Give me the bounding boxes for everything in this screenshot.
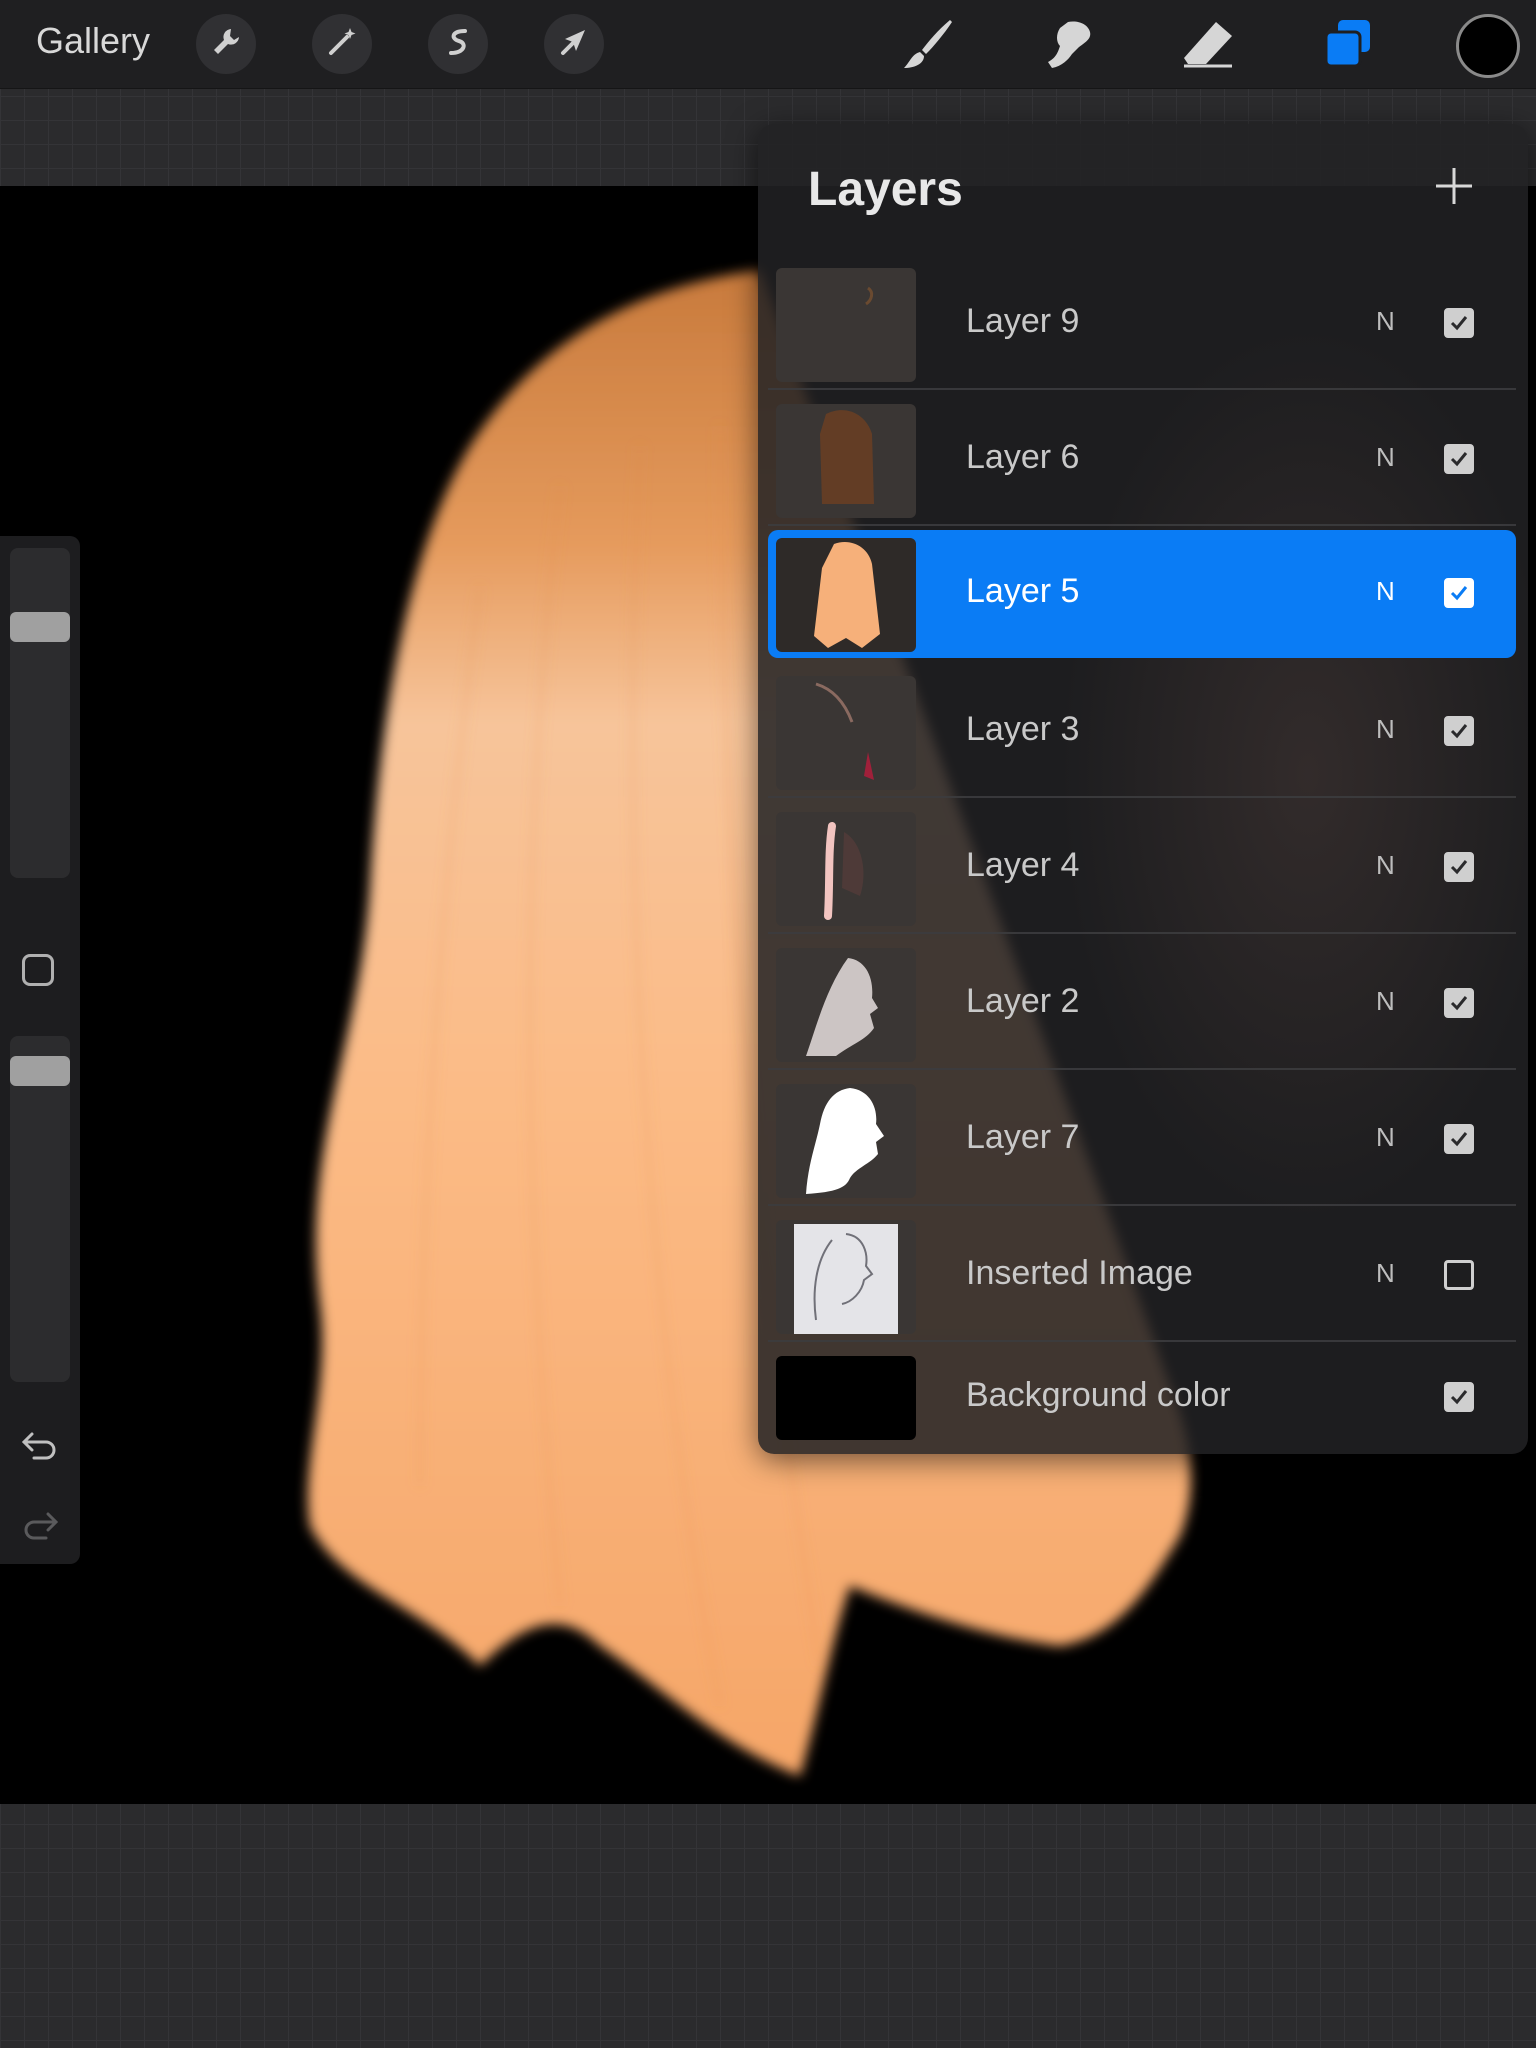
layer-name: Layer 6: [966, 438, 1080, 476]
layer-thumbnail: [776, 676, 916, 790]
left-sidebar: [0, 536, 80, 1564]
layer-name: Layer 4: [966, 846, 1080, 884]
layer-row-selected[interactable]: Layer 5 N: [768, 530, 1516, 658]
brush-tool-button[interactable]: [896, 14, 960, 78]
layer-visibility-checkbox[interactable]: [1444, 1260, 1474, 1290]
wrench-icon: [209, 25, 243, 64]
layer-visibility-checkbox[interactable]: [1444, 578, 1474, 608]
layers-icon: [1318, 14, 1378, 79]
smudge-tool-button[interactable]: [1036, 14, 1100, 78]
layer-row[interactable]: Layer 3 N: [768, 668, 1516, 798]
layer-name: Background color: [966, 1376, 1231, 1414]
smudge-icon: [1038, 14, 1098, 79]
blend-mode-button[interactable]: N: [1376, 306, 1395, 337]
adjustments-button[interactable]: [312, 14, 372, 74]
actions-button[interactable]: [196, 14, 256, 74]
layer-thumbnail: [776, 404, 916, 518]
layer-name: Layer 7: [966, 1118, 1080, 1156]
layer-visibility-checkbox[interactable]: [1444, 444, 1474, 474]
opacity-thumb[interactable]: [10, 1056, 70, 1086]
layer-visibility-checkbox[interactable]: [1444, 988, 1474, 1018]
eraser-icon: [1178, 14, 1238, 79]
eraser-tool-button[interactable]: [1176, 14, 1240, 78]
redo-icon: [20, 1512, 60, 1548]
blend-mode-button[interactable]: N: [1376, 1122, 1395, 1153]
gallery-button[interactable]: Gallery: [36, 20, 150, 62]
layer-row[interactable]: Inserted Image N: [768, 1212, 1516, 1342]
brush-size-slider[interactable]: [10, 548, 70, 878]
layer-row[interactable]: Layer 7 N: [768, 1076, 1516, 1206]
magic-wand-icon: [325, 25, 359, 64]
undo-button[interactable]: [20, 1424, 60, 1464]
layer-row[interactable]: Layer 9 N: [768, 260, 1516, 390]
redo-button[interactable]: [20, 1504, 60, 1544]
blend-mode-button[interactable]: N: [1376, 714, 1395, 745]
layer-thumbnail: [776, 1084, 916, 1198]
brush-icon: [898, 14, 958, 79]
blend-mode-button[interactable]: N: [1376, 1258, 1395, 1289]
layer-thumbnail: [776, 812, 916, 926]
layer-visibility-checkbox[interactable]: [1444, 1382, 1474, 1412]
layers-panel-title: Layers: [808, 163, 963, 216]
background-color-swatch[interactable]: [776, 1356, 916, 1440]
layer-visibility-checkbox[interactable]: [1444, 308, 1474, 338]
layers-button[interactable]: [1316, 14, 1380, 78]
layers-panel: Layers Layer 9 N Layer 6 N Layer 5 N Lay…: [758, 124, 1528, 1454]
brush-size-thumb[interactable]: [10, 612, 70, 642]
transform-arrow-icon: [557, 25, 591, 64]
modify-button[interactable]: [22, 954, 54, 986]
undo-icon: [20, 1432, 60, 1468]
layer-name: Layer 5: [966, 572, 1080, 610]
layer-name: Layer 2: [966, 982, 1080, 1020]
color-picker-button[interactable]: [1456, 14, 1520, 78]
selection-button[interactable]: [428, 14, 488, 74]
blend-mode-button[interactable]: N: [1376, 442, 1395, 473]
top-toolbar: Gallery: [0, 0, 1536, 89]
layer-name: Inserted Image: [966, 1254, 1193, 1292]
layer-row[interactable]: Layer 6 N: [768, 396, 1516, 526]
selection-icon: [441, 25, 475, 64]
blend-mode-button[interactable]: N: [1376, 576, 1395, 607]
add-layer-button[interactable]: [1430, 162, 1478, 210]
blend-mode-button[interactable]: N: [1376, 986, 1395, 1017]
layer-row[interactable]: Layer 2 N: [768, 940, 1516, 1070]
plus-icon: [1430, 168, 1478, 214]
layer-thumbnail: [776, 1220, 916, 1334]
layer-thumbnail: [776, 948, 916, 1062]
blend-mode-button[interactable]: N: [1376, 850, 1395, 881]
layer-name: Layer 3: [966, 710, 1080, 748]
layer-thumbnail: [776, 538, 916, 652]
layer-thumbnail: [776, 268, 916, 382]
opacity-slider[interactable]: [10, 1036, 70, 1382]
layer-visibility-checkbox[interactable]: [1444, 1124, 1474, 1154]
layer-visibility-checkbox[interactable]: [1444, 852, 1474, 882]
transform-button[interactable]: [544, 14, 604, 74]
layer-row-background[interactable]: Background color: [768, 1348, 1516, 1454]
layer-row[interactable]: Layer 4 N: [768, 804, 1516, 934]
layer-visibility-checkbox[interactable]: [1444, 716, 1474, 746]
layer-name: Layer 9: [966, 302, 1080, 340]
